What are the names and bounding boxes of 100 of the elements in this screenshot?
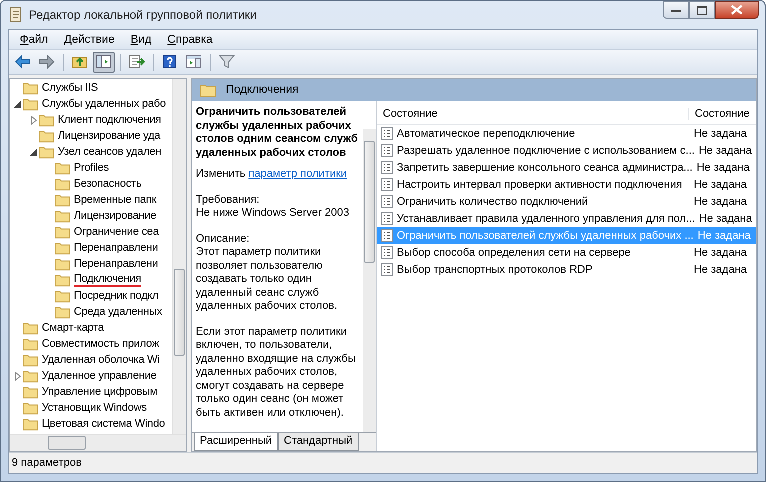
policy-setting-icon <box>381 178 393 191</box>
tree-item[interactable]: Перенаправлени <box>74 258 158 270</box>
tree-item[interactable]: Службы IIS <box>42 82 98 94</box>
policy-setting-icon <box>381 144 393 157</box>
folder-icon <box>55 290 70 302</box>
tree-item[interactable]: Установщик Windows <box>42 402 147 414</box>
policy-row[interactable]: Выбор транспортных протоколов RDP Не задана <box>377 261 756 278</box>
tree-pane-button[interactable] <box>93 52 115 72</box>
tree-item[interactable]: Управление цифровым <box>42 386 158 398</box>
folder-icon <box>23 82 38 94</box>
tree-item[interactable]: Перенаправлени <box>74 242 158 254</box>
menu-item[interactable]: Файл <box>13 34 56 46</box>
tree-item[interactable]: Удаленная оболочка Wi <box>42 354 160 366</box>
tree-item[interactable]: Цветовая система Windo <box>42 418 166 430</box>
expanded-triangle-icon[interactable] <box>14 100 21 108</box>
policy-row[interactable]: Выбор способа определения сети на сервере Не задана <box>377 244 756 261</box>
policy-row[interactable]: Разрешать удаленное подключение с использованием с... Не задана <box>377 142 756 159</box>
tree-item[interactable]: Узел сеансов удален <box>58 146 162 158</box>
vertical-scrollbar[interactable] <box>363 129 376 432</box>
tree-item[interactable]: Безопасность <box>74 178 142 190</box>
maximize-button[interactable] <box>689 1 715 19</box>
folder-icon <box>23 338 38 350</box>
menu-item[interactable]: Справка <box>160 34 220 46</box>
folder-icon <box>55 242 70 254</box>
panel-view-icon <box>186 55 202 69</box>
policy-row[interactable]: Запретить завершение консольного сеанса администра... Не задана <box>377 159 756 176</box>
policy-row[interactable]: Устанавливает правила удаленного управления для пол... Не задана <box>377 210 756 227</box>
folder-icon <box>200 84 216 96</box>
collapsed-triangle-icon[interactable] <box>14 372 20 380</box>
folder-icon <box>23 354 38 366</box>
tree-item[interactable]: Подключения <box>74 273 142 287</box>
column-header[interactable]: Состояние <box>688 108 756 120</box>
tree-item[interactable]: Посредник подкл <box>74 290 159 302</box>
collapsed-triangle-icon[interactable] <box>30 116 36 124</box>
maximize-icon <box>697 6 707 14</box>
tree-item[interactable]: Profiles <box>74 162 110 174</box>
tree-item[interactable]: Временные папк <box>74 194 157 206</box>
export-list-icon <box>129 55 145 69</box>
vertical-scrollbar[interactable] <box>172 79 186 435</box>
tree-item[interactable]: Среда удаленных <box>74 306 162 318</box>
header-title: Подключения <box>226 84 299 96</box>
folder-icon <box>55 226 70 238</box>
folder-icon <box>55 162 70 174</box>
view-tab[interactable]: Стандартный <box>278 433 359 451</box>
policy-row[interactable]: Настроить интервал проверки активности подключения Не задана <box>377 176 756 193</box>
tree-item[interactable]: Смарт-карта <box>42 322 104 334</box>
policy-setting-icon <box>381 246 393 259</box>
folder-icon <box>39 130 54 142</box>
tree-item[interactable]: Клиент подключения <box>58 114 162 126</box>
folder-icon <box>55 194 70 206</box>
policy-setting-icon <box>381 229 393 242</box>
requirements-label: Требования: <box>196 194 261 207</box>
folder-icon <box>23 418 38 430</box>
policy-setting-icon <box>381 127 393 140</box>
policy-row[interactable]: Автоматическое переподключение Не задана <box>377 125 756 142</box>
folder-icon <box>23 322 38 334</box>
folder-up-icon <box>72 55 88 69</box>
minimize-button[interactable] <box>663 1 689 19</box>
edit-policy-text: Изменить параметр политики <box>196 168 348 182</box>
status-text: 9 параметров <box>9 452 757 473</box>
help-icon <box>163 55 177 69</box>
column-header[interactable]: Состояние <box>377 108 688 120</box>
tree-item[interactable]: Удаленное управление <box>42 370 157 382</box>
view-tab[interactable]: Расширенный <box>194 433 278 451</box>
folder-icon <box>23 386 38 398</box>
close-icon <box>731 5 743 15</box>
policy-setting-icon <box>381 263 393 276</box>
requirements-text: Не ниже Windows Server 2003 <box>196 207 350 220</box>
folder-icon <box>23 402 38 414</box>
tree-item[interactable]: Лицензирование <box>74 210 157 222</box>
scroll-document-icon <box>9 7 23 23</box>
horizontal-scrollbar[interactable] <box>10 434 186 451</box>
window-title: Редактор локальной групповой политики <box>29 8 257 22</box>
expanded-triangle-icon[interactable] <box>30 148 37 156</box>
policy-title: Ограничить пользователей службы удаленных рабочих столов одним сеансом служб удаленных рабочих столов <box>196 106 360 160</box>
tree-item[interactable]: Лицензирование уда <box>58 130 160 142</box>
policy-setting-icon <box>381 195 393 208</box>
description-label: Описание: <box>196 232 251 246</box>
tree-item[interactable]: Службы удаленных рабо <box>42 98 166 110</box>
folder-icon <box>55 258 70 270</box>
folder-icon <box>55 274 70 286</box>
menu-item[interactable]: Вид <box>124 34 159 46</box>
tree-item[interactable]: Совместимость прилож <box>42 338 160 350</box>
tree-item[interactable]: Ограничение сеа <box>74 226 160 238</box>
tree-pane-icon <box>96 55 112 69</box>
filter-icon <box>219 55 235 69</box>
policy-setting-icon <box>381 212 393 225</box>
folder-icon <box>39 114 54 126</box>
minimize-icon <box>671 7 681 13</box>
description-paragraph: Этот параметр политики позволяет пользователю создавать только один удаленный сеанс служб удаленных рабочих столов. <box>196 246 339 314</box>
folder-icon <box>23 98 38 110</box>
policy-row[interactable]: Ограничить количество подключений Не задана <box>377 193 756 210</box>
close-button[interactable] <box>715 1 759 19</box>
folder-icon <box>39 146 54 158</box>
description-paragraph: Если этот параметр политики включен, то пользователи, удаленно входящие на службы удаленных рабочих столов, смогут создавать на сервере только один сеанс (он может быть активен или отключен). <box>196 326 357 420</box>
menu-item[interactable]: Действие <box>57 34 122 46</box>
folder-icon <box>55 210 70 222</box>
folder-icon <box>55 178 70 190</box>
policy-setting-link[interactable]: параметр политики <box>248 168 348 180</box>
back-arrow-icon <box>15 55 31 69</box>
